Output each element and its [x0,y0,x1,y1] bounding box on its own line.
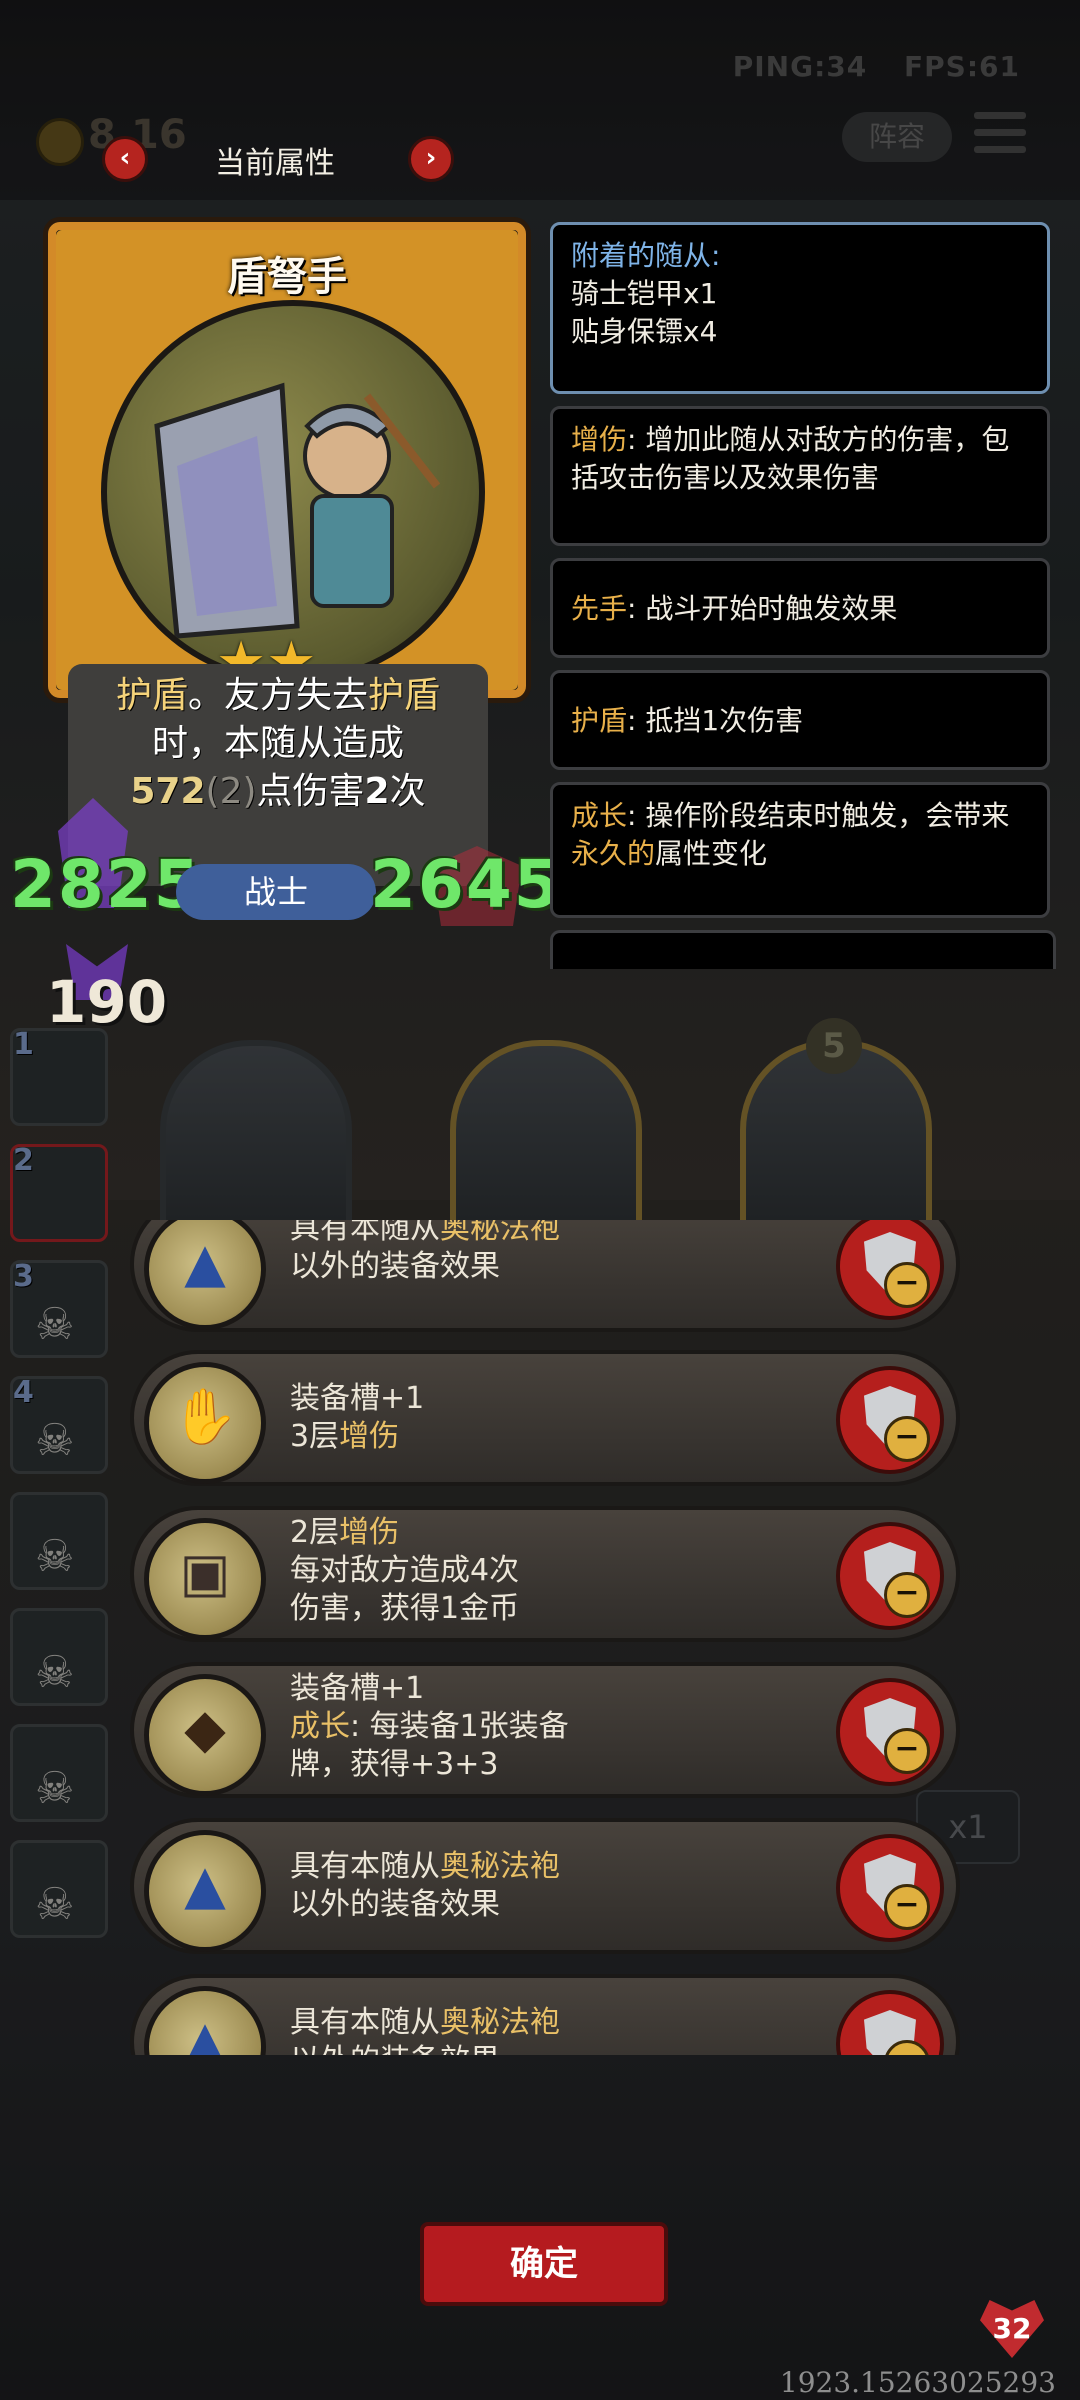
equipment-description: 装备槽+1 成长: 每装备1张装备 牌，获得+3+3 [290,1671,569,1782]
equipment-row[interactable]: ▣ 2层增伤 每对敌方造成4次 伤害，获得1金币 − [130,1506,960,1642]
unequip-button[interactable]: − [836,1678,944,1786]
keyword-panel-growth: 成长: 操作阶段结束时触发，会带来永久的属性变化 [550,782,1050,918]
attack-value: 2825 [10,846,202,923]
card-name: 盾弩手 [227,254,347,300]
keyword-panel-shield: 护盾: 抵挡1次伤害 [550,670,1050,770]
equipment-description: 具有本随从奥秘法袍 以外的装备效果 [290,2005,560,2055]
equipment-description: 装备槽+1 3层增伤 [290,1381,425,1454]
prev-arrow-button[interactable]: ‹ [102,136,148,182]
keyword-panel-partial [550,930,1056,969]
equipment-row[interactable]: ▲ 具有本随从奥秘法袍 以外的装备效果 − [130,1220,960,1332]
unequip-button[interactable]: − [836,1220,944,1320]
armor-icon: ◆ [144,1674,266,1796]
equipment-description: 2层增伤 每对敌方造成4次 伤害，获得1金币 [290,1515,520,1626]
attached-item: 骑士铠甲x1 [571,277,718,310]
gauntlet-icon: ✋ [144,1362,266,1484]
keyword-panel-damage-boost: 增伤: 增加此随从对敌方的伤害，包括攻击伤害以及效果伤害 [550,406,1050,546]
minus-icon: − [884,1262,930,1308]
minus-icon: − [884,1416,930,1462]
attached-units-panel: 附着的随从: 骑士铠甲x1 贴身保镖x4 [550,222,1050,394]
card-description: 护盾。友方失去护盾 时，本随从造成 572(2)点伤害2次 [115,675,441,812]
unequip-button[interactable]: − [836,1522,944,1630]
confirm-button[interactable]: 确定 [420,2222,668,2306]
minus-icon: − [884,1884,930,1930]
crossbowman-portrait [101,300,485,684]
equipment-list[interactable]: ▲ 具有本随从奥秘法袍 以外的装备效果 − ✋ 装备槽+1 3层增伤 − ▣ 2… [130,1220,960,2055]
equipment-row[interactable]: ✋ 装备槽+1 3层增伤 − [130,1350,960,1486]
next-arrow-button[interactable]: › [408,136,454,182]
equipment-row[interactable]: ▲ 具有本随从奥秘法袍 以外的装备效果 − [130,1818,960,1954]
minus-icon: − [884,1572,930,1618]
robe-icon: ▲ [144,1986,266,2055]
unequip-button[interactable]: − [836,1834,944,1942]
build-id: 1923.15263025293 [779,2366,1056,2399]
attribute-title: 当前属性 [215,146,335,181]
robe-icon: ▲ [144,1220,266,1330]
unequip-button[interactable]: − [836,1366,944,1474]
bonus-value: 190 [46,968,168,1036]
keyword-panel-first-strike: 先手: 战斗开始时触发效果 [550,558,1050,658]
portrait-art [154,382,441,639]
robe-icon: ▲ [144,1830,266,1952]
player-hp: 32 [992,2312,1032,2345]
equipment-row[interactable]: ▲ 具有本随从奥秘法袍 以外的装备效果 − [130,1974,960,2055]
chest-icon: ▣ [144,1518,266,1640]
class-badge: 战士 [176,864,376,920]
equipment-description: 具有本随从奥秘法袍 以外的装备效果 [290,1849,560,1922]
health-value: 2645 [370,846,562,923]
unit-card: 盾弩手 ★★ [48,222,526,698]
minus-icon: − [884,1728,930,1774]
attached-heading: 附着的随从: [571,239,721,272]
equipment-description: 具有本随从奥秘法袍 以外的装备效果 [290,1220,560,1284]
attached-item: 贴身保镖x4 [571,315,718,348]
equipment-row[interactable]: ◆ 装备槽+1 成长: 每装备1张装备 牌，获得+3+3 − [130,1662,960,1798]
unequip-button[interactable]: − [836,1990,944,2055]
